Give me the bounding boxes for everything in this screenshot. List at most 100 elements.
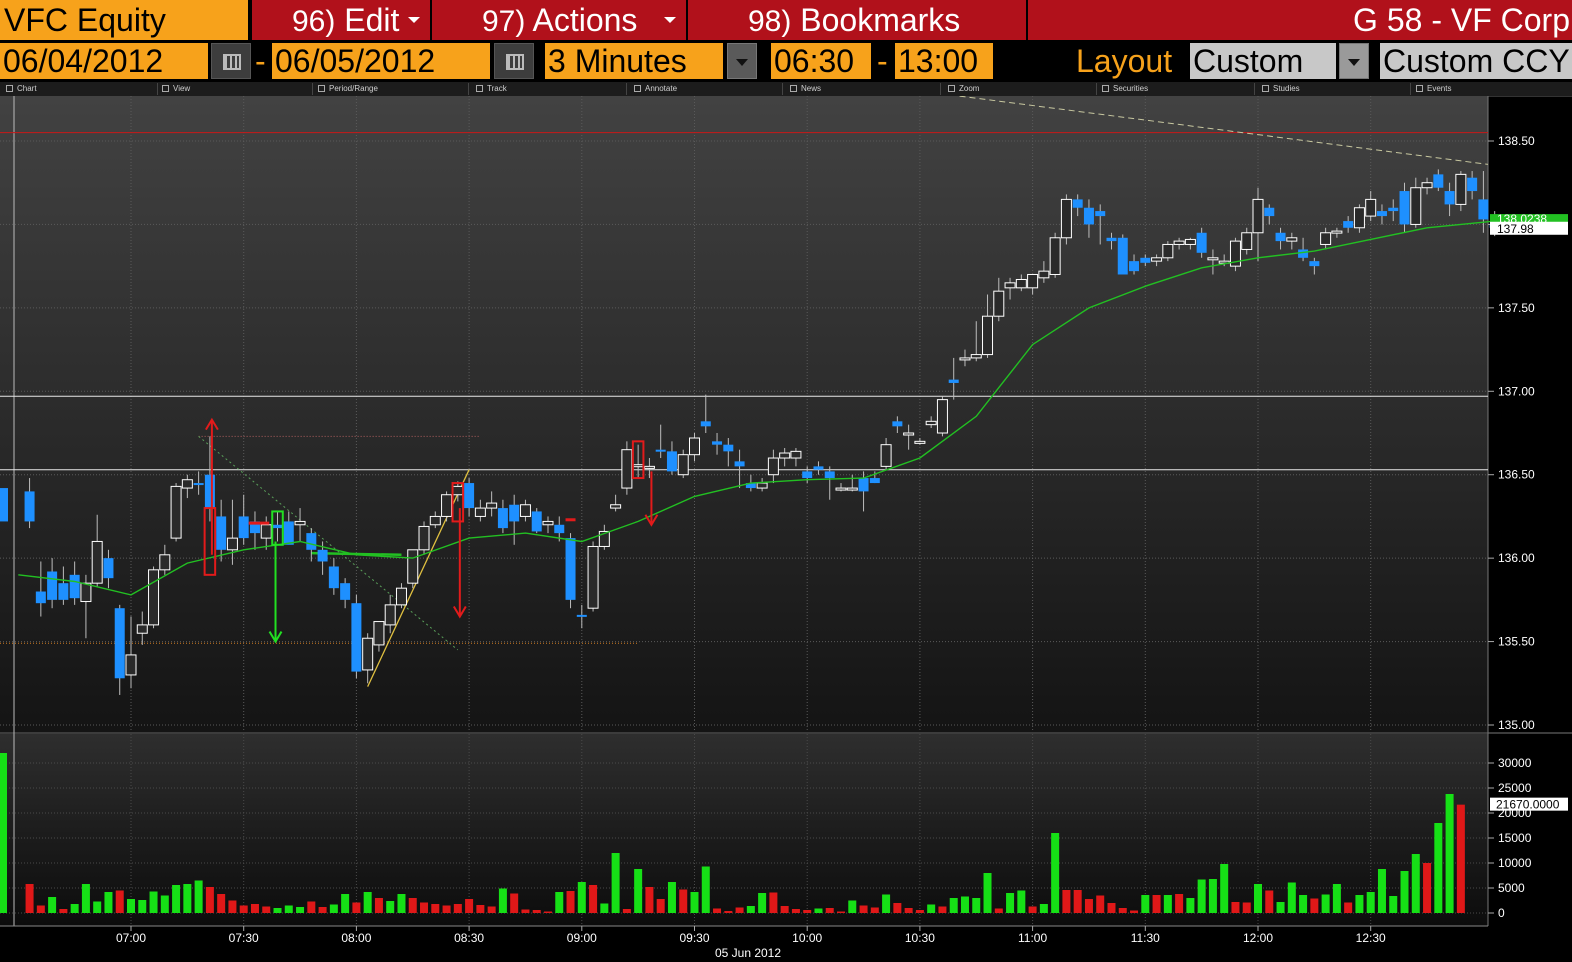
toolbar-news[interactable]: News	[790, 82, 821, 96]
volume-bar-up	[284, 905, 293, 913]
volume-bar-up	[1276, 902, 1285, 913]
volume-bar-up	[104, 892, 113, 913]
layout-dropdown-button[interactable]	[1339, 43, 1369, 79]
candle-down	[1388, 207, 1399, 212]
candle-down	[1275, 232, 1286, 242]
candle-down	[1140, 257, 1151, 263]
toolbar-annotate[interactable]: Annotate	[634, 82, 677, 96]
end-date-field[interactable]: 06/05/2012	[272, 43, 490, 79]
toolbar-studies[interactable]: Studies	[1262, 82, 1300, 96]
volume-bar-up	[363, 892, 372, 913]
volume-bar-up	[1197, 879, 1206, 913]
volume-bar-down	[374, 898, 383, 913]
candle-up	[846, 487, 858, 491]
volume-bar-up	[960, 896, 969, 913]
price-tick-label: 136.50	[1498, 468, 1535, 482]
candle-up	[1184, 238, 1196, 245]
toolbar-view[interactable]: View	[162, 82, 190, 96]
candle-down	[340, 583, 351, 600]
candle-down	[712, 441, 723, 445]
volume-bar-down	[510, 893, 519, 913]
candle-up	[418, 525, 430, 551]
volume-bar-up	[0, 753, 7, 913]
volume-bar-down	[431, 904, 440, 913]
toolbar-zoom[interactable]: Zoom	[948, 82, 979, 96]
candle-down	[1072, 199, 1083, 208]
volume-bar-down	[217, 894, 226, 913]
chevron-down-icon	[408, 17, 420, 23]
volume-bar-up	[1186, 898, 1195, 913]
volume-bar-up	[127, 899, 135, 913]
toolbar-divider	[157, 83, 158, 95]
candle-up	[779, 452, 791, 459]
candle-up	[226, 537, 238, 551]
volume-bar-down	[566, 891, 575, 913]
volume-bar-up	[1163, 895, 1172, 913]
candle-up	[1162, 243, 1174, 259]
toolbar-divider	[1254, 83, 1255, 95]
volume-bar-up	[1299, 895, 1308, 913]
toolbar-divider	[312, 83, 313, 95]
toolbar-chart[interactable]: Chart	[6, 82, 37, 96]
time-tick-label: 12:00	[1243, 931, 1273, 945]
actions-menu[interactable]: 97) Actions	[432, 0, 686, 40]
candle-up	[148, 569, 160, 626]
price-volume-chart[interactable]: 138.50138.00137.50137.00136.50136.00135.…	[0, 96, 1572, 962]
volume-bar-up	[397, 894, 406, 913]
toolbar-track[interactable]: Track	[476, 82, 507, 96]
volume-bar-up	[172, 885, 181, 913]
candle-down	[1309, 261, 1320, 267]
bookmarks-menu[interactable]: 98) Bookmarks	[688, 0, 1026, 40]
toolbar-divider	[940, 83, 941, 95]
currency-select[interactable]: Custom CCY	[1380, 43, 1572, 79]
time-tick-label: 11:30	[1131, 931, 1160, 945]
volume-bar-up	[814, 908, 823, 913]
volume-bar-down	[870, 907, 879, 913]
volume-bar-up	[273, 908, 282, 913]
candle-up	[1004, 282, 1016, 289]
candle-down	[1129, 261, 1140, 272]
volume-bar-up	[1434, 823, 1443, 913]
period-select[interactable]: 3 Minutes	[545, 43, 723, 79]
toolbar-securities[interactable]: Securities	[1102, 82, 1148, 96]
candle-down	[565, 538, 576, 600]
toolbar-securities-label: Securities	[1113, 84, 1149, 93]
period-dropdown-button[interactable]	[727, 43, 757, 79]
toolbar-period-range[interactable]: Period/Range	[318, 82, 378, 96]
start-date-field[interactable]: 06/04/2012	[0, 43, 208, 79]
candle-up	[486, 502, 498, 509]
volume-bar-down	[589, 885, 598, 913]
candle-down	[328, 566, 339, 589]
candle-down	[1433, 174, 1444, 188]
volume-bar-up	[1321, 894, 1330, 913]
start-time-field[interactable]: 06:30	[771, 43, 871, 79]
candle-down	[1478, 199, 1489, 220]
volume-bar-down	[1073, 890, 1082, 913]
volume-bar-down	[205, 887, 214, 913]
edit-menu[interactable]: 96) Edit	[252, 0, 430, 40]
candle-up	[1049, 237, 1061, 275]
volume-bar-down	[1265, 890, 1274, 913]
candle-up	[621, 449, 633, 489]
layout-select[interactable]: Custom	[1190, 43, 1336, 79]
ticker-field[interactable]: VFC Equity	[0, 0, 248, 40]
volume-bar-up	[296, 907, 305, 913]
candle-down	[35, 591, 46, 604]
time-tick-label: 08:00	[341, 931, 371, 945]
candle-down	[58, 583, 69, 600]
volume-bar-up	[1366, 892, 1375, 913]
chevron-down-icon	[736, 59, 748, 66]
toolbar-events[interactable]: Events	[1416, 82, 1451, 96]
end-calendar-button[interactable]	[494, 43, 534, 79]
volume-bar-down	[780, 906, 789, 913]
candle-up	[936, 399, 948, 434]
range-bar: 06/04/2012 - 06/05/2012 3 Minutes 06:30 …	[0, 40, 1572, 82]
candle-up	[1060, 198, 1072, 239]
volume-bar-up	[1332, 884, 1341, 913]
candle-down	[531, 511, 542, 532]
volume-bar-down	[1107, 903, 1116, 913]
candle-down	[238, 516, 249, 539]
toolbar-divider	[782, 83, 783, 95]
start-calendar-button[interactable]	[211, 43, 251, 79]
end-time-field[interactable]: 13:00	[895, 43, 993, 79]
